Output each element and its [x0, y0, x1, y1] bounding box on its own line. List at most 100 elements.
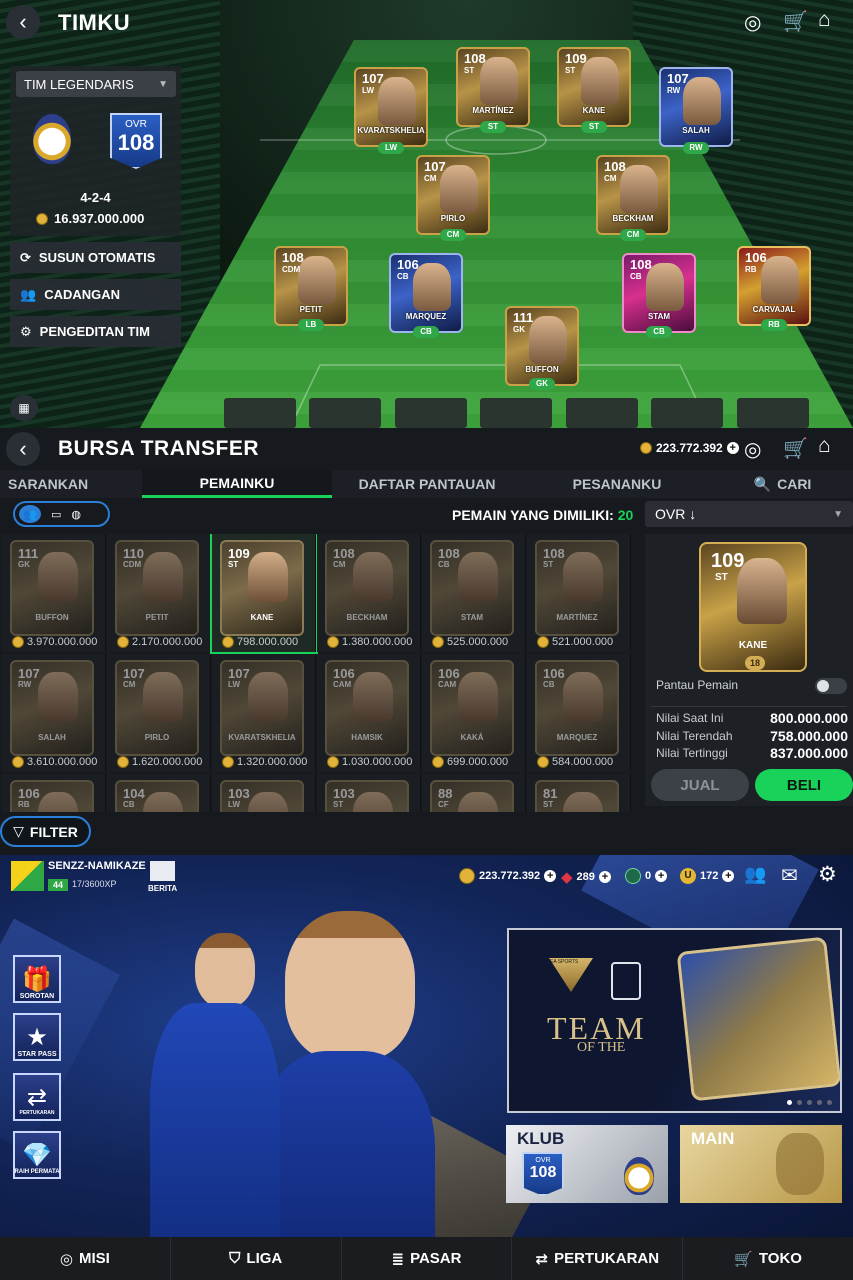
bench-slot[interactable] [309, 398, 381, 428]
tab-pesananku[interactable]: PESANANKU [522, 470, 712, 498]
bench-button[interactable]: 👥 CADANGAN [10, 279, 181, 310]
market-player-card[interactable]: 106 CB MARQUEZ 584.000.000 [527, 654, 631, 772]
nav-toko[interactable]: 🛒 TOKO [683, 1237, 853, 1280]
cart-icon[interactable]: 🛒 [783, 436, 808, 461]
card-image: 88 CF [430, 780, 514, 812]
coin-icon [36, 212, 48, 225]
coin-icon [459, 868, 475, 884]
card-player-name: HAMSIK [351, 733, 383, 742]
team-edit-button[interactable]: ⚙ PENGEDITAN TIM [10, 316, 181, 347]
player-silhouette [776, 1133, 824, 1195]
add-tokens-icon[interactable]: + [655, 870, 668, 882]
auto-arrange-button[interactable]: ⟳ SUSUN OTOMATIS [10, 242, 181, 273]
pitch-card[interactable]: 106 CB MARQUEZ [389, 253, 463, 333]
bench-slot[interactable] [224, 398, 296, 428]
market-player-card[interactable]: 110 CDM PETIT 2.170.000.000 [107, 534, 211, 652]
market-player-card[interactable]: 107 CM PIRLO 1.620.000.000 [107, 654, 211, 772]
market-player-card[interactable]: 111 GK BUFFON 3.970.000.000 [2, 534, 106, 652]
pitch-card[interactable]: 108 CDM PETIT [274, 246, 348, 326]
club-tile[interactable]: KLUB OVR 108 [506, 1125, 668, 1203]
gear-icon[interactable]: ⚙ [818, 862, 837, 887]
news-icon[interactable] [150, 861, 175, 881]
tab-cari[interactable]: 🔍 CARI [712, 470, 853, 498]
buy-button[interactable]: BELI [755, 769, 853, 801]
pitch-card[interactable]: 108 CB STAM [622, 253, 696, 333]
sell-button[interactable]: JUAL [651, 769, 749, 801]
market-player-card[interactable]: 109 ST KANE 798.000.000 [210, 534, 318, 654]
home-icon[interactable]: ⌂ [818, 434, 831, 458]
target-icon[interactable]: ◎ [744, 10, 761, 35]
bench-slot[interactable] [651, 398, 723, 428]
card-position: ST [228, 560, 239, 569]
market-player-card[interactable]: 104 CB [107, 774, 211, 812]
pitch-card[interactable]: 108 ST MARTÍNEZ [456, 47, 530, 127]
cards-view-icon[interactable]: ▭ [51, 508, 61, 521]
card-ovr: 108 [333, 546, 355, 561]
market-player-card[interactable]: 108 CM BECKHAM 1.380.000.000 [317, 534, 421, 652]
home-icon[interactable]: ⌂ [818, 8, 831, 32]
add-ut-icon[interactable]: + [722, 870, 735, 882]
filter-button[interactable]: ▽ FILTER [0, 816, 91, 847]
tab-sarankan[interactable]: SARANKAN [0, 470, 142, 498]
nav-misi[interactable]: ◎ MISI [0, 1237, 171, 1280]
market-player-card[interactable]: 108 ST MARTÍNEZ 521.000.000 [527, 534, 631, 652]
pitch-card[interactable]: 107 CM PIRLO [416, 155, 490, 235]
toty-banner[interactable]: EA SPORTS TEAM OF THE [507, 928, 842, 1113]
tab-pemainku[interactable]: PEMAINKU [142, 470, 332, 498]
tactics-icon[interactable]: ▦ [10, 395, 38, 421]
watch-toggle[interactable] [815, 678, 847, 694]
news-label: BERITA [148, 884, 178, 893]
pitch-card[interactable]: 106 RB CARVAJAL [737, 246, 811, 326]
pitch-card[interactable]: 111 GK BUFFON [505, 306, 579, 386]
market-player-card[interactable]: 103 LW [212, 774, 316, 812]
market-player-card[interactable]: 108 CB STAM 525.000.000 [422, 534, 526, 652]
market-player-card[interactable]: 81 ST [527, 774, 631, 812]
pitch-card[interactable]: 109 ST KANE [557, 47, 631, 127]
card-ovr: 81 [543, 786, 558, 801]
player-face [563, 792, 603, 812]
team-select[interactable]: TIM LEGENDARIS ▼ [16, 71, 176, 97]
add-coins-icon[interactable]: + [726, 442, 739, 454]
bench-slot[interactable] [737, 398, 809, 428]
pitch-card[interactable]: 108 CM BECKHAM [596, 155, 670, 235]
market-player-card[interactable]: 107 LW KVARATSKHELIA 1.320.000.000 [212, 654, 316, 772]
carousel-dots[interactable] [787, 1100, 832, 1105]
kit-view-icon[interactable]: ◍ [71, 508, 81, 521]
nav-pasar[interactable]: ≣ PASAR [342, 1237, 513, 1280]
edit-team-icon: ⚙ [20, 323, 32, 339]
play-label: MAIN [691, 1129, 735, 1148]
market-player-card[interactable]: 106 CAM KAKÁ 699.000.000 [422, 654, 526, 772]
pitch-card[interactable]: 107 LW KVARATSKHELIA [354, 67, 428, 147]
add-gems-icon[interactable]: + [598, 871, 611, 883]
cart-icon[interactable]: 🛒 [783, 9, 808, 34]
avatar[interactable] [11, 861, 44, 891]
friends-icon[interactable]: 👥 [744, 864, 766, 885]
view-toggle[interactable]: 👥 ▭ ◍ [13, 501, 110, 527]
market-player-card[interactable]: 106 RB [2, 774, 106, 812]
bench-slot[interactable] [395, 398, 467, 428]
card-price: 699.000.000 [432, 756, 508, 768]
market-player-card[interactable]: 88 CF [422, 774, 526, 812]
back-button[interactable]: ‹ [6, 5, 40, 39]
market-player-card[interactable]: 106 CAM HAMSIK 1.030.000.000 [317, 654, 421, 772]
nav-pertukaran[interactable]: ⇄ PERTUKARAN [512, 1237, 684, 1280]
bench-label: CADANGAN [44, 287, 121, 302]
target-icon[interactable]: ◎ [744, 437, 761, 462]
sort-select[interactable]: OVR ↓ ▼ [645, 501, 853, 527]
market-player-card[interactable]: 103 ST [317, 774, 421, 812]
market-player-card[interactable]: 107 RW SALAH 3.610.000.000 [2, 654, 106, 772]
pitch-card[interactable]: 107 RW SALAH [659, 67, 733, 147]
card-price: 525.000.000 [432, 636, 508, 648]
bench-slot[interactable] [480, 398, 552, 428]
play-tile[interactable]: MAIN [680, 1125, 842, 1203]
add-coins-icon[interactable]: + [544, 870, 557, 882]
mail-icon[interactable]: ✉ [781, 863, 798, 888]
bench-slot[interactable] [566, 398, 638, 428]
players-view-icon[interactable]: 👥 [19, 505, 41, 523]
detail-name: KANE [738, 640, 768, 651]
tab-daftar-pantauan[interactable]: DAFTAR PANTAUAN [332, 470, 522, 498]
position-tag: RB [761, 319, 787, 331]
back-button[interactable]: ‹ [6, 432, 40, 466]
nav-liga[interactable]: ⛉ LIGA [171, 1237, 342, 1280]
player-grid: 111 GK BUFFON 3.970.000.000 110 CDM PETIT 2.170… [2, 534, 634, 812]
